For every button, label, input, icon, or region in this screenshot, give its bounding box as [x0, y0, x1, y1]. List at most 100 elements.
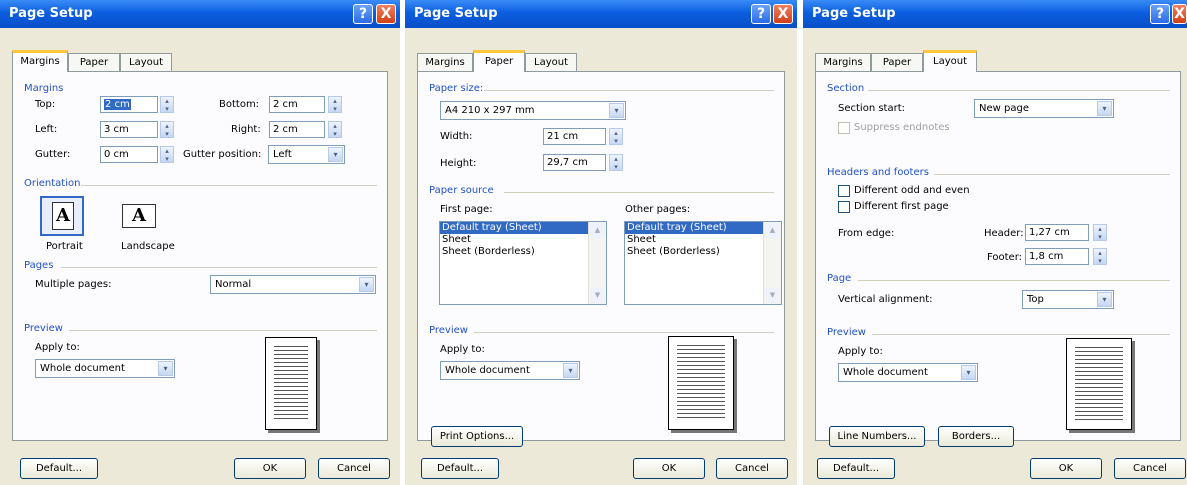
default-button[interactable]: Default...: [421, 458, 499, 479]
footer-distance-spinner[interactable]: ▴ ▾: [1093, 248, 1107, 265]
help-icon[interactable]: ?: [1150, 4, 1170, 24]
paper-size-dropdown[interactable]: A4 210 x 297 mm ▾: [440, 101, 626, 120]
print-options-button[interactable]: Print Options...: [431, 426, 523, 447]
header-distance-spinner[interactable]: ▴ ▾: [1093, 224, 1107, 241]
chevron-down-icon[interactable]: ▾: [563, 363, 578, 378]
scroll-up-icon[interactable]: ▲: [590, 223, 605, 238]
multiple-pages-dropdown[interactable]: Normal ▾: [210, 275, 376, 294]
landscape-button[interactable]: A: [119, 196, 163, 236]
footer-distance-input[interactable]: 1,8 cm: [1025, 248, 1089, 265]
top-margin-input[interactable]: 2 cm: [100, 96, 158, 113]
odd-even-checkbox[interactable]: [838, 185, 850, 197]
line-numbers-button[interactable]: Line Numbers...: [829, 426, 925, 447]
chevron-down-icon[interactable]: ▾: [158, 361, 173, 376]
first-page-checkbox[interactable]: [838, 201, 850, 213]
help-icon[interactable]: ?: [353, 4, 373, 24]
header-distance-input[interactable]: 1,27 cm: [1025, 224, 1089, 241]
section-divider: [69, 330, 377, 331]
page-preview: [265, 337, 317, 430]
page-preview: [1066, 338, 1132, 430]
bottom-margin-spinner[interactable]: ▴ ▾: [328, 96, 342, 113]
suppress-endnotes-checkbox[interactable]: [838, 122, 850, 134]
tab-paper[interactable]: Paper: [871, 53, 923, 71]
tab-panel-paper: Paper size: A4 210 x 297 mm ▾ Width: 21 c…: [417, 71, 785, 447]
tab-margins[interactable]: Margins: [417, 53, 473, 71]
list-scrollbar[interactable]: ▲ ▼: [588, 222, 606, 304]
right-margin-spinner[interactable]: ▴ ▾: [328, 121, 342, 138]
gutter-position-dropdown[interactable]: Left ▾: [268, 145, 345, 164]
portrait-button[interactable]: A: [40, 196, 84, 236]
title-bar[interactable]: Page Setup ? X: [0, 0, 400, 28]
ok-button[interactable]: OK: [633, 458, 705, 479]
tab-margins[interactable]: Margins: [815, 53, 871, 71]
section-paper-source-title: Paper source: [429, 185, 494, 196]
apply-to-label: Apply to:: [838, 346, 883, 357]
chevron-down-icon[interactable]: ▾: [961, 365, 976, 380]
list-scrollbar[interactable]: ▲ ▼: [763, 222, 781, 304]
chevron-down-icon[interactable]: ▾: [609, 103, 624, 118]
section-divider: [858, 280, 1170, 281]
top-margin-spinner[interactable]: ▴ ▾: [160, 96, 174, 113]
list-item[interactable]: Sheet: [440, 234, 606, 246]
tab-layout[interactable]: Layout: [525, 53, 577, 71]
tab-layout[interactable]: Layout: [120, 53, 172, 71]
default-button[interactable]: Default...: [817, 458, 895, 479]
apply-to-dropdown[interactable]: Whole document ▾: [35, 359, 175, 378]
page-setup-dialog-paper: Page Setup ? X Margins Paper Layout Pape…: [405, 0, 797, 485]
scroll-down-icon[interactable]: ▼: [590, 288, 605, 303]
list-item[interactable]: Sheet (Borderless): [625, 246, 781, 258]
width-spinner[interactable]: ▴ ▾: [609, 128, 623, 145]
list-item[interactable]: Default tray (Sheet): [440, 222, 588, 234]
bottom-margin-input[interactable]: 2 cm: [269, 96, 325, 113]
list-item[interactable]: Sheet (Borderless): [440, 246, 606, 258]
ok-button[interactable]: OK: [1030, 458, 1102, 479]
default-button[interactable]: Default...: [20, 458, 98, 479]
first-page-tray-list[interactable]: Default tray (Sheet) Sheet Sheet (Border…: [439, 221, 607, 305]
width-label: Width:: [440, 131, 473, 142]
tab-layout[interactable]: Layout: [923, 50, 977, 72]
chevron-down-icon[interactable]: ▾: [1097, 101, 1112, 116]
tab-margins[interactable]: Margins: [12, 50, 68, 72]
height-input[interactable]: 29,7 cm: [543, 154, 606, 171]
section-divider: [484, 90, 774, 91]
vertical-alignment-dropdown[interactable]: Top ▾: [1022, 290, 1114, 309]
portrait-label: Portrait: [46, 241, 83, 252]
first-page-label: Different first page: [854, 201, 949, 212]
height-spinner[interactable]: ▴ ▾: [609, 154, 623, 171]
list-item[interactable]: Default tray (Sheet): [625, 222, 763, 234]
section-margins-title: Margins: [24, 83, 64, 94]
scroll-down-icon[interactable]: ▼: [765, 288, 780, 303]
section-headers-footers-title: Headers and footers: [827, 167, 929, 178]
section-divider: [474, 332, 774, 333]
dialog-title: Page Setup: [812, 6, 896, 21]
list-item[interactable]: Sheet: [625, 234, 781, 246]
close-icon[interactable]: X: [1172, 4, 1187, 24]
cancel-button[interactable]: Cancel: [318, 458, 390, 479]
chevron-down-icon[interactable]: ▾: [359, 277, 374, 292]
cancel-button[interactable]: Cancel: [716, 458, 788, 479]
chevron-down-icon[interactable]: ▾: [328, 147, 343, 162]
section-divider: [934, 174, 1170, 175]
close-icon[interactable]: X: [376, 4, 396, 24]
left-margin-input[interactable]: 3 cm: [100, 121, 158, 138]
borders-button[interactable]: Borders...: [938, 426, 1014, 447]
close-icon[interactable]: X: [773, 4, 793, 24]
tab-paper[interactable]: Paper: [473, 50, 525, 72]
gutter-spinner[interactable]: ▴ ▾: [160, 146, 174, 163]
apply-to-dropdown[interactable]: Whole document ▾: [838, 363, 978, 382]
left-margin-spinner[interactable]: ▴ ▾: [160, 121, 174, 138]
scroll-up-icon[interactable]: ▲: [765, 223, 780, 238]
section-start-dropdown[interactable]: New page ▾: [974, 99, 1114, 118]
cancel-button[interactable]: Cancel: [1114, 458, 1186, 479]
gutter-input[interactable]: 0 cm: [100, 146, 158, 163]
title-bar[interactable]: Page Setup ? X: [803, 0, 1187, 28]
ok-button[interactable]: OK: [234, 458, 306, 479]
title-bar[interactable]: Page Setup ? X: [405, 0, 797, 28]
apply-to-dropdown[interactable]: Whole document ▾: [440, 361, 580, 380]
tab-paper[interactable]: Paper: [68, 53, 120, 71]
other-pages-tray-list[interactable]: Default tray (Sheet) Sheet Sheet (Border…: [624, 221, 782, 305]
width-input[interactable]: 21 cm: [543, 128, 606, 145]
chevron-down-icon[interactable]: ▾: [1097, 292, 1112, 307]
help-icon[interactable]: ?: [751, 4, 771, 24]
right-margin-input[interactable]: 2 cm: [269, 121, 325, 138]
